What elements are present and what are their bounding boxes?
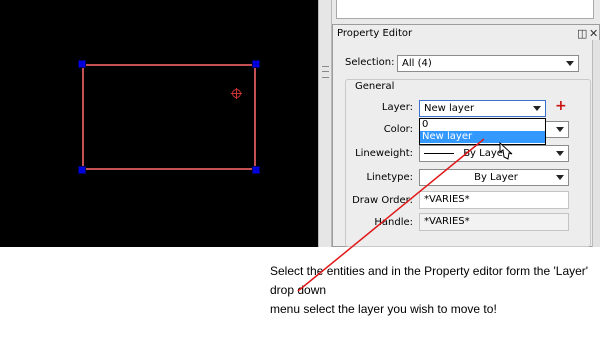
grip-top-left[interactable] (78, 60, 86, 68)
dock-splitter[interactable] (318, 0, 332, 247)
layer-option-new-layer[interactable]: New layer (420, 131, 545, 143)
instruction-caption: Select the entities and in the Property … (270, 262, 600, 319)
drawing-canvas[interactable] (0, 0, 318, 247)
handle-value: *VARIES* (424, 216, 470, 227)
splitter-grip-icon[interactable] (322, 66, 329, 78)
draw-order-label: Draw Order: (352, 195, 413, 206)
chevron-down-icon (566, 61, 574, 66)
layer-option-0[interactable]: 0 (420, 119, 545, 131)
center-mark-icon (231, 88, 242, 99)
linetype-label: Linetype: (366, 172, 413, 183)
handle-field: *VARIES* (419, 213, 569, 231)
chevron-down-icon (556, 127, 564, 132)
lineweight-value: By Layer (463, 148, 508, 159)
panel-above-box (336, 0, 594, 19)
general-group-title: General (353, 81, 397, 92)
close-icon[interactable]: ✕ (589, 27, 598, 40)
lineweight-dropdown[interactable]: By Layer (419, 145, 569, 162)
grip-top-right[interactable] (252, 60, 260, 68)
selection-value: All (4) (402, 58, 432, 69)
layer-label: Layer: (381, 102, 413, 113)
grip-bottom-left[interactable] (78, 166, 86, 174)
panel-above (332, 0, 600, 24)
float-icon[interactable]: ◫ (577, 27, 587, 40)
panel-title: Property Editor (337, 28, 413, 39)
chevron-down-icon (556, 175, 564, 180)
handle-label: Handle: (374, 217, 413, 228)
property-editor-panel: Property Editor ◫ ✕ Selection: All (4) G… (332, 24, 600, 247)
caption-line-1: Select the entities and in the Property … (270, 264, 589, 297)
selection-label: Selection: (345, 57, 395, 68)
selected-rectangle[interactable] (82, 64, 256, 170)
draw-order-value: *VARIES* (424, 194, 470, 205)
layer-dropdown-list: 0 New layer (419, 118, 546, 145)
caption-line-2: menu select the layer you wish to move t… (270, 302, 497, 316)
layer-dropdown[interactable]: New layer (419, 100, 546, 117)
chevron-down-icon (533, 106, 541, 111)
selection-dropdown[interactable]: All (4) (397, 55, 579, 72)
line-sample (424, 152, 454, 154)
panel-scrollbar[interactable] (592, 40, 600, 247)
linetype-dropdown[interactable]: By Layer (419, 169, 569, 186)
chevron-down-icon (556, 151, 564, 156)
layer-value: New layer (424, 103, 475, 114)
grip-bottom-right[interactable] (252, 166, 260, 174)
color-label: Color: (383, 124, 413, 135)
plus-icon[interactable]: + (555, 98, 567, 114)
draw-order-field[interactable]: *VARIES* (419, 191, 569, 209)
lineweight-label: Lineweight: (355, 148, 413, 159)
linetype-value: By Layer (474, 172, 518, 183)
